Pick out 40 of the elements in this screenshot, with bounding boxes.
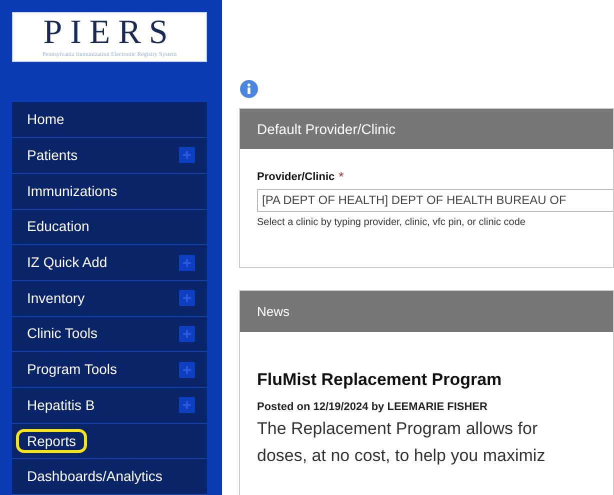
help-text: Select a clinic by typing provider, clinic, vfc pin, or clinic code <box>257 216 526 230</box>
sidebar-item[interactable]: Clinic Tools <box>12 316 207 352</box>
sidebar-item[interactable]: Reports <box>12 424 207 460</box>
sidebar-item[interactable]: Home <box>12 102 207 138</box>
sidebar-item[interactable]: Immunizations <box>12 174 207 210</box>
menu-label: Clinic Tools <box>27 324 98 344</box>
panel-title: News <box>257 302 290 321</box>
expand-plus-icon[interactable] <box>179 326 195 342</box>
menu-label: Patients <box>27 146 78 165</box>
menu-label: Immunizations <box>27 182 118 201</box>
expand-plus-icon[interactable] <box>179 147 195 164</box>
menu-label: Dashboards/Analytics <box>27 467 162 486</box>
menu-label: Hepatitis B <box>27 396 95 415</box>
panel-title: Default Provider/Clinic <box>257 120 396 138</box>
info-icon[interactable] <box>240 80 258 98</box>
sidebar-item[interactable]: Program Tools <box>12 352 207 388</box>
menu-label: Home <box>27 110 64 130</box>
menu-label: Reports <box>16 428 88 453</box>
news-body-line: The Replacement Program allows for <box>257 418 539 440</box>
news-byline: Posted on 12/19/2024 by LEEMARIE FISHER <box>257 400 488 414</box>
logo-title: PIERS <box>43 15 176 52</box>
required-mark: * <box>338 171 344 184</box>
expand-plus-icon[interactable] <box>179 397 195 414</box>
field-label: Provider/Clinic <box>257 170 335 185</box>
sidebar-item[interactable]: Patients <box>12 138 207 174</box>
sidebar-item[interactable]: Hepatitis B <box>12 388 207 424</box>
menu-label: Program Tools <box>27 360 118 380</box>
menu-label: IZ Quick Add <box>27 253 108 272</box>
news-body-line: doses, at no cost, to help you maximiz <box>257 445 546 467</box>
provider-field[interactable]: [PA DEPT OF HEALTH] DEPT OF HEALTH BUREAU OF <box>257 188 613 212</box>
menu-label: Inventory <box>27 288 85 308</box>
expand-plus-icon[interactable] <box>179 362 195 378</box>
expand-plus-icon[interactable] <box>179 254 195 271</box>
menu-label: Education <box>27 217 90 236</box>
expand-plus-icon[interactable] <box>179 290 195 306</box>
news-headline: FluMist Replacement Program <box>257 369 503 391</box>
sidebar-item[interactable]: IZ Quick Add <box>12 245 207 281</box>
sidebar-item[interactable]: Education <box>12 210 207 246</box>
sidebar-item[interactable]: Dashboards/Analytics <box>12 459 207 495</box>
sidebar-item[interactable]: Inventory <box>12 280 207 317</box>
